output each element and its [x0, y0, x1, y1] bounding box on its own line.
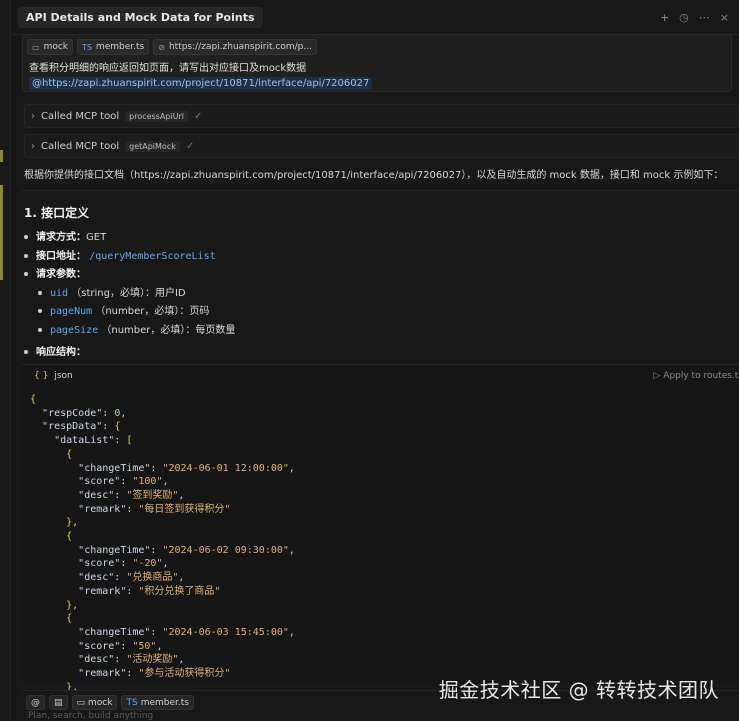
check-icon: ✓ — [194, 110, 203, 122]
user-message[interactable]: ▭ mock TS member.ts ⊘ https://zapi.zhuanspi… — [22, 34, 732, 92]
image-icon[interactable]: ▤ — [49, 695, 68, 710]
param-desc: （number，必填）：每页数量 — [101, 325, 236, 336]
history-icon[interactable]: ◷ — [679, 11, 689, 24]
context-chip[interactable]: TS member.ts — [121, 695, 194, 710]
chip-label: mock — [43, 42, 68, 52]
chevron-right-icon: › — [31, 140, 35, 152]
context-chip[interactable]: ▭ mock — [71, 695, 118, 710]
left-gutter — [0, 0, 11, 720]
ts-file-icon: TS — [126, 697, 138, 708]
inline-code: pageNum — [50, 306, 93, 317]
inline-code: pageSize — [50, 325, 99, 336]
inline-code: /queryMemberScoreList — [89, 251, 216, 262]
check-icon: ✓ — [185, 140, 195, 152]
param-item: uid （string，必填）：用户ID — [38, 284, 186, 299]
param-item: pageSize （number，必填）：每页数量 — [38, 321, 235, 336]
plus-icon[interactable]: + — [660, 11, 669, 24]
param-desc: （string，必填）：用户ID — [71, 288, 186, 299]
param-item: pageNum （number，必填）：页码 — [38, 302, 209, 317]
tool-name: processApiUrl — [125, 110, 188, 122]
item-value: GET — [86, 232, 107, 243]
message-link[interactable]: @https://zapi.zhuanspirit.com/project/10… — [29, 77, 373, 90]
code-block: { } json ▷ Apply to routes.ts { "respCod… — [22, 364, 739, 693]
chevron-right-icon: › — [31, 110, 35, 122]
apply-button[interactable]: ▷ Apply to routes.ts — [653, 371, 739, 381]
divider — [22, 190, 739, 191]
tool-label: Called MCP tool — [41, 140, 120, 152]
inline-code: uid — [50, 288, 69, 299]
chip-label: https://zapi.zhuanspirit.com/p... — [168, 42, 312, 52]
tab-chat-title[interactable]: API Details and Mock Data for Points — [18, 6, 263, 28]
close-icon[interactable]: × — [720, 11, 729, 24]
item-label: 响应结构 — [36, 347, 76, 358]
more-icon[interactable]: ⋯ — [699, 11, 710, 24]
ts-file-icon: TS — [82, 42, 92, 52]
response-intro: 根据你提供的接口文档（https://zapi.zhuanspirit.com/… — [24, 170, 724, 181]
folder-icon: ▭ — [32, 42, 40, 52]
code-block-header: { } json ▷ Apply to routes.ts — [22, 365, 739, 387]
apply-label: Apply to routes.ts — [663, 371, 739, 381]
section-heading: 1. 接口定义 — [24, 206, 90, 220]
item-label: 请求方式 — [36, 232, 76, 243]
code-language: json — [54, 371, 73, 381]
item-label: 接口地址 — [36, 251, 76, 262]
list-item: 响应结构： — [24, 343, 86, 358]
gutter-marker — [0, 150, 3, 162]
tool-label: Called MCP tool — [41, 110, 120, 122]
param-desc: （number，必填）：页码 — [95, 306, 210, 317]
item-label: 请求参数 — [36, 269, 76, 280]
folder-icon: ▭ — [76, 697, 86, 708]
list-item: 接口地址： /queryMemberScoreList — [24, 247, 216, 262]
chat-panel: API Details and Mock Data for Points + ◷… — [12, 0, 739, 721]
gutter-marker — [0, 185, 3, 280]
chip-label: member.ts — [140, 697, 189, 708]
context-chip[interactable]: ▭ mock — [27, 39, 73, 55]
chip-label: mock — [88, 697, 113, 708]
list-item: 请求方式：GET — [24, 228, 106, 243]
at-icon[interactable]: @ — [26, 695, 45, 710]
list-item: 请求参数： — [24, 265, 86, 280]
message-text: 查看积分明细的响应返回如页面，请写出对应接口及mock数据 — [29, 63, 307, 74]
mcp-tool-call[interactable]: › Called MCP tool getApiMock ✓ — [24, 134, 739, 158]
panel-header: API Details and Mock Data for Points + ◷… — [12, 0, 739, 35]
code-content[interactable]: { "respCode": 0, "respData": { "dataList… — [22, 387, 739, 694]
link-icon: ⊘ — [158, 42, 165, 52]
context-chip[interactable]: ⊘ https://zapi.zhuanspirit.com/p... — [153, 39, 317, 55]
tool-name: getApiMock — [125, 140, 180, 152]
json-icon: { } — [34, 371, 49, 381]
watermark: 掘金技术社区 @ 转转技术团队 — [438, 678, 719, 702]
mcp-tool-call[interactable]: › Called MCP tool processApiUrl ✓ — [24, 104, 739, 128]
chip-label: member.ts — [95, 42, 145, 52]
context-chip[interactable]: TS member.ts — [77, 39, 150, 55]
